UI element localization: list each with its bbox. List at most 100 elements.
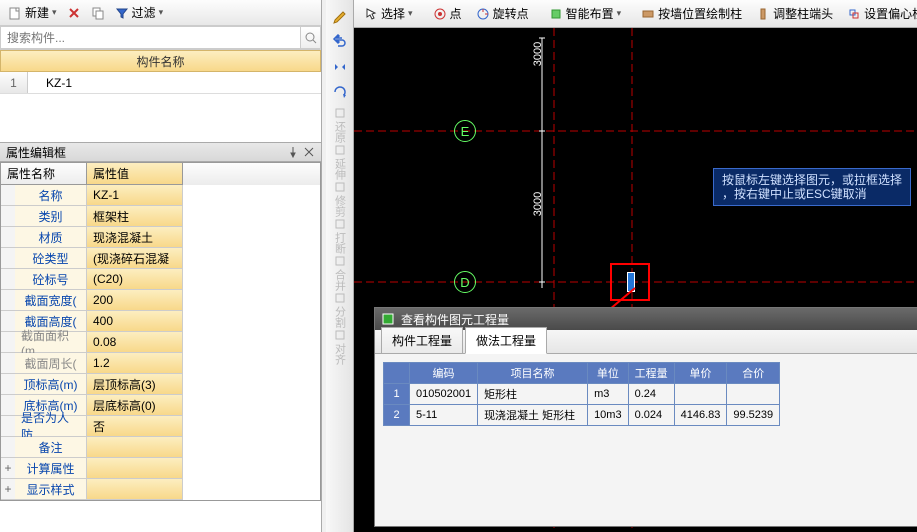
- prop-value[interactable]: 否: [87, 416, 183, 437]
- cell-name: 现浇混凝土 矩形柱: [478, 405, 588, 426]
- property-row[interactable]: +是否为人防否: [1, 416, 320, 437]
- row-number: 1: [0, 72, 28, 93]
- copy-icon: [91, 6, 105, 20]
- point-icon: [433, 7, 447, 21]
- prop-value[interactable]: 200: [87, 290, 183, 311]
- expand-spacer: +: [1, 248, 15, 269]
- select-button[interactable]: 选择▾: [360, 3, 417, 24]
- vtool-分割[interactable]: 分割: [329, 291, 351, 328]
- vtool-rotate[interactable]: [329, 81, 351, 103]
- prop-value[interactable]: (现浇碎石混凝: [87, 248, 183, 269]
- vtool-label: 分割: [332, 306, 348, 328]
- property-row[interactable]: +计算属性: [1, 458, 320, 479]
- component-list-blank: [0, 94, 321, 142]
- cell-total: [727, 384, 780, 405]
- wall-icon: [641, 7, 655, 21]
- row-value: KZ-1: [28, 72, 321, 93]
- search-input[interactable]: [0, 26, 301, 49]
- component-row[interactable]: 1 KZ-1: [0, 72, 321, 94]
- ribbon: 选择▾ 点 旋转点 智能布置▾ 按墙位置绘制柱 调整柱端头 设置偏心柱▾: [354, 0, 917, 28]
- close-icon[interactable]: [303, 146, 315, 161]
- rotpoint-label: 旋转点: [493, 5, 529, 22]
- search-icon: [304, 31, 318, 45]
- table-row[interactable]: 25-11现浇混凝土 矩形柱10m30.0244146.8399.5239: [384, 405, 780, 426]
- offset-icon: [847, 7, 861, 21]
- qty-table: 编码 项目名称 单位 工程量 单价 合价 1010502001矩形柱m30.24…: [383, 362, 780, 426]
- drawbypos-button[interactable]: 按墙位置绘制柱: [637, 3, 746, 24]
- vtool-brush[interactable]: [329, 6, 351, 28]
- vtool-延伸[interactable]: 延伸: [329, 143, 351, 180]
- cursor-icon: [364, 7, 378, 21]
- prop-value[interactable]: 现浇混凝土: [87, 227, 183, 248]
- cell-unit: 10m3: [588, 405, 629, 426]
- prop-value[interactable]: 400: [87, 311, 183, 332]
- delete-button[interactable]: [63, 4, 85, 22]
- vertical-toolbar: 还原延伸修剪打断合并分割对齐: [326, 0, 354, 532]
- table-row[interactable]: 1010502001矩形柱m30.24: [384, 384, 780, 405]
- vtool-undo[interactable]: [329, 31, 351, 53]
- expand-icon[interactable]: +: [1, 458, 15, 479]
- title-label: 属性编辑框: [6, 144, 66, 161]
- vtool-mirror[interactable]: [329, 56, 351, 78]
- vtool-label: 修剪: [332, 195, 348, 217]
- expand-icon[interactable]: +: [1, 479, 15, 500]
- pin-icon[interactable]: [287, 146, 299, 161]
- prop-value[interactable]: 框架柱: [87, 206, 183, 227]
- property-row[interactable]: +材质现浇混凝土: [1, 227, 320, 248]
- smart-button[interactable]: 智能布置▾: [545, 3, 626, 24]
- prop-value[interactable]: 层底标高(0): [87, 395, 183, 416]
- prop-value[interactable]: 层顶标高(3): [87, 374, 183, 395]
- cell-name: 矩形柱: [478, 384, 588, 405]
- adjust-icon: [756, 7, 770, 21]
- vtool-修剪[interactable]: 修剪: [329, 180, 351, 217]
- prop-value[interactable]: (C20): [87, 269, 183, 290]
- adjhead-button[interactable]: 调整柱端头: [752, 3, 837, 24]
- property-row[interactable]: +类别框架柱: [1, 206, 320, 227]
- tab-component-qty[interactable]: 构件工程量: [381, 327, 463, 353]
- axis-label-d: D: [454, 271, 476, 293]
- property-row[interactable]: +截面宽度(200: [1, 290, 320, 311]
- point-button[interactable]: 点: [429, 3, 466, 24]
- delete-icon: [67, 6, 81, 20]
- property-row[interactable]: +备注: [1, 437, 320, 458]
- prop-value[interactable]: KZ-1: [87, 185, 183, 206]
- offset-button[interactable]: 设置偏心柱▾: [843, 3, 917, 24]
- prop-value[interactable]: 0.08: [87, 332, 183, 353]
- new-button[interactable]: 新建 ▾: [4, 2, 61, 23]
- property-row[interactable]: +砼类型(现浇碎石混凝: [1, 248, 320, 269]
- property-row[interactable]: +显示样式: [1, 479, 320, 500]
- prop-key: 截面周长(: [15, 353, 87, 374]
- col-header-unit: 单位: [588, 363, 629, 384]
- select-label: 选择: [381, 5, 405, 22]
- vtool-合并[interactable]: 合并: [329, 254, 351, 291]
- search-button[interactable]: [301, 26, 321, 49]
- property-row[interactable]: +截面面积(m0.08: [1, 332, 320, 353]
- cell-unit: m3: [588, 384, 629, 405]
- prop-value[interactable]: [87, 458, 183, 479]
- vtool-label: 合并: [332, 269, 348, 291]
- prop-value[interactable]: [87, 479, 183, 500]
- prop-value[interactable]: [87, 437, 183, 458]
- search-row: [0, 26, 321, 50]
- filter-button[interactable]: 过滤 ▾: [111, 2, 168, 23]
- copy-button[interactable]: [87, 4, 109, 22]
- prop-value[interactable]: 1.2: [87, 353, 183, 374]
- column-element[interactable]: [627, 272, 635, 292]
- vtool-还原[interactable]: 还原: [329, 106, 351, 143]
- col-header-price: 单价: [674, 363, 727, 384]
- property-row[interactable]: +顶标高(m)层顶标高(3): [1, 374, 320, 395]
- expand-spacer: +: [1, 416, 15, 437]
- prop-key: 截面宽度(: [15, 290, 87, 311]
- property-row[interactable]: +砼标号(C20): [1, 269, 320, 290]
- tab-method-qty[interactable]: 做法工程量: [465, 327, 547, 354]
- rotpoint-button[interactable]: 旋转点: [472, 3, 533, 24]
- vtool-对齐[interactable]: 对齐: [329, 328, 351, 365]
- property-row[interactable]: +截面周长(1.2: [1, 353, 320, 374]
- dimension-text: 3000: [532, 42, 544, 66]
- qty-icon: [381, 312, 395, 326]
- filter-label: 过滤: [132, 4, 156, 21]
- offset-label: 设置偏心柱: [864, 5, 917, 22]
- vtool-打断[interactable]: 打断: [329, 217, 351, 254]
- property-row[interactable]: +名称KZ-1: [1, 185, 320, 206]
- expand-spacer: +: [1, 269, 15, 290]
